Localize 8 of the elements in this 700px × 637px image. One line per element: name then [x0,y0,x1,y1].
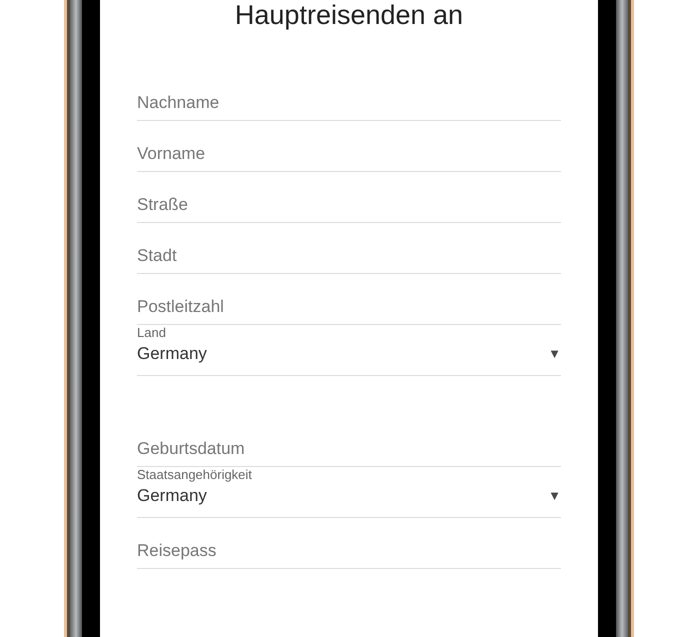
dropdown-field[interactable]: Land Germany ▼ [137,325,561,376]
caret-icon: ▼ [548,347,561,361]
field-label: Staatsangehörigkeit [137,467,252,482]
caret-icon: ▼ [548,489,561,503]
field-value: Germany [137,485,207,507]
field-value: Germany [137,343,207,365]
page-title: Hauptreisenden an [234,0,464,30]
field-label: Land [137,325,166,340]
